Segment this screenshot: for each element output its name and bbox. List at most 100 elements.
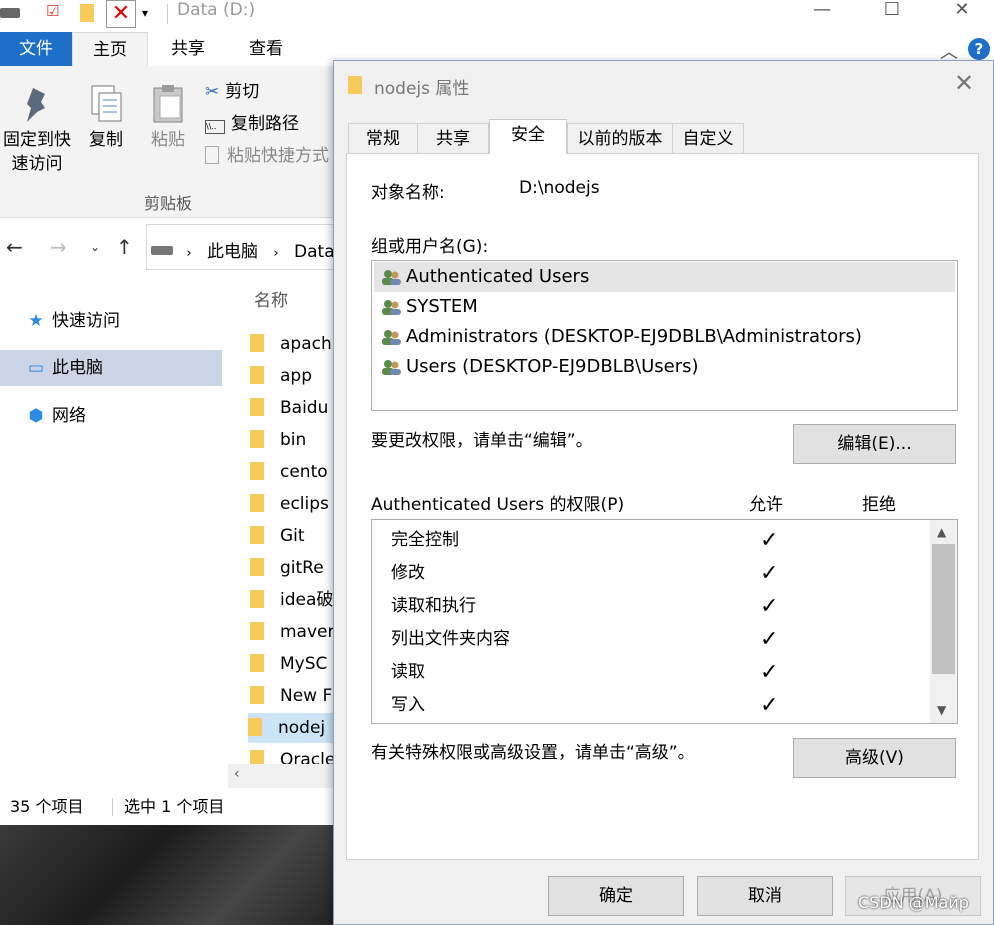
up-arrow-icon[interactable]: ↑ <box>116 235 133 259</box>
user-item-users[interactable]: Users (DESKTOP-EJ9DBLB\Users) <box>374 352 955 382</box>
list-item[interactable]: maver <box>250 617 340 647</box>
copy-button[interactable]: 复制 <box>80 76 132 152</box>
paste-shortcut-button[interactable]: 粘贴快捷方式 <box>205 144 329 168</box>
tab-share[interactable]: 共享 <box>150 32 226 66</box>
allow-check-icon: ✓ <box>760 693 779 718</box>
scroll-up-icon[interactable]: ▲ <box>937 525 946 539</box>
breadcrumb-data[interactable]: Data <box>294 242 335 262</box>
vertical-scrollbar[interactable]: ▲ ▼ <box>930 520 957 723</box>
user-name: Users (DESKTOP-EJ9DBLB\Users) <box>406 356 699 377</box>
allow-check-icon: ✓ <box>760 660 779 685</box>
new-folder-icon[interactable] <box>80 4 94 22</box>
pin-quick-access-button[interactable]: 固定到快 速访问 <box>0 76 74 176</box>
permissions-label: Authenticated Users 的权限(P) <box>371 495 625 515</box>
file-name: gitRe <box>280 558 324 578</box>
tab-general[interactable]: 常规 <box>348 123 418 153</box>
recent-locations-chevron-icon[interactable]: ⌄ <box>90 240 100 254</box>
users-listbox[interactable]: Authenticated Users SYSTEM Administrator… <box>371 260 958 411</box>
properties-dialog: nodejs 属性 ✕ 常规 共享 安全 以前的版本 自定义 对象名称: D:\… <box>333 60 994 925</box>
list-item[interactable]: apach <box>250 329 340 359</box>
user-group-icon <box>382 270 401 285</box>
ok-button[interactable]: 确定 <box>548 876 684 916</box>
advanced-hint: 有关特殊权限或高级设置，请单击“高级”。 <box>371 743 695 763</box>
folder-icon <box>250 590 264 608</box>
breadcrumb-this-pc[interactable]: 此电脑 <box>207 242 258 262</box>
tab-home[interactable]: 主页 <box>72 32 148 66</box>
tab-previous-versions[interactable]: 以前的版本 <box>567 123 673 153</box>
scrollbar-thumb[interactable] <box>932 544 955 674</box>
desktop-wallpaper <box>0 825 340 925</box>
user-group-icon <box>382 330 401 345</box>
list-item[interactable]: app <box>250 361 340 391</box>
folder-icon <box>248 718 262 736</box>
user-item-system[interactable]: SYSTEM <box>374 292 955 322</box>
address-input[interactable]: › 此电脑 › Data <box>146 224 346 270</box>
cut-label: 剪切 <box>225 82 260 102</box>
delete-icon[interactable]: ✕ <box>106 0 136 28</box>
list-item[interactable]: gitRe <box>250 553 340 583</box>
tab-sharing[interactable]: 共享 <box>417 123 489 153</box>
list-item[interactable]: Git <box>250 521 340 551</box>
user-group-icon <box>382 360 401 375</box>
folder-icon <box>250 398 264 416</box>
nav-item-network[interactable]: ⬢ 网络 <box>0 398 222 434</box>
computer-icon: ▭ <box>27 358 45 378</box>
customize-quick-access-icon[interactable]: ▾ <box>142 6 148 20</box>
tab-file[interactable]: 文件 <box>0 32 72 66</box>
paste-button[interactable]: 粘贴 <box>142 76 194 152</box>
scroll-left-icon[interactable]: ‹ <box>234 766 240 782</box>
minimize-button[interactable]: — <box>798 0 846 28</box>
user-item-authenticated-users[interactable]: Authenticated Users <box>374 262 955 292</box>
back-arrow-icon[interactable]: ← <box>6 235 23 259</box>
scroll-down-icon[interactable]: ▼ <box>937 703 946 717</box>
chevron-right-icon[interactable]: › <box>273 246 278 261</box>
list-item[interactable]: eclips <box>250 489 340 519</box>
copy-path-label: 复制路径 <box>231 114 299 134</box>
paste-shortcut-icon <box>205 146 219 164</box>
list-item[interactable]: New F <box>250 681 340 711</box>
maximize-button[interactable]: ☐ <box>868 0 916 28</box>
allow-check-icon: ✓ <box>760 594 779 619</box>
file-name: eclips <box>280 494 329 514</box>
list-item[interactable]: cento <box>250 457 340 487</box>
tab-security[interactable]: 安全 <box>489 119 567 154</box>
chevron-right-icon[interactable]: › <box>186 246 191 261</box>
cut-button[interactable]: ✂ 剪切 <box>205 80 259 104</box>
item-count: 35 个项目 <box>10 797 84 816</box>
advanced-button[interactable]: 高级(V) <box>793 738 956 778</box>
tab-view[interactable]: 查看 <box>228 32 304 66</box>
list-item[interactable]: Baidu <box>250 393 340 423</box>
forward-arrow-icon[interactable]: → <box>50 235 67 259</box>
cancel-button[interactable]: 取消 <box>697 876 833 916</box>
security-tab-panel: 对象名称: D:\nodejs 组或用户名(G): Authenticated … <box>346 153 979 860</box>
list-item[interactable]: bin <box>250 425 340 455</box>
close-window-button[interactable]: ✕ <box>938 0 986 28</box>
horizontal-scrollbar[interactable]: ‹ <box>228 764 338 788</box>
permissions-listbox[interactable]: 完全控制 ✓ 修改 ✓ 读取和执行 ✓ 列出文件夹内容 ✓ 读取 ✓ 写入 ✓ ▲ ▼ <box>371 519 958 724</box>
list-item[interactable]: MySC <box>250 649 340 679</box>
allow-column-header: 允许 <box>749 495 783 515</box>
column-header-name[interactable]: 名称 <box>254 286 288 311</box>
list-item[interactable]: idea破 <box>250 585 340 615</box>
properties-icon[interactable]: ☑ <box>46 2 59 20</box>
edit-button[interactable]: 编辑(E)... <box>793 424 956 464</box>
title-bar: ☑ ✕ ▾ Data (D:) — ☐ ✕ <box>0 0 994 32</box>
close-icon[interactable]: ✕ <box>954 69 974 97</box>
tab-customize[interactable]: 自定义 <box>672 123 744 153</box>
file-name: MySC <box>280 654 328 674</box>
copy-path-button[interactable]: \\.. 复制路径 <box>205 112 299 136</box>
paste-shortcut-label: 粘贴快捷方式 <box>227 146 329 166</box>
permission-row: 读取和执行 ✓ <box>372 590 932 623</box>
help-icon[interactable]: ? <box>968 38 990 60</box>
nav-item-this-pc[interactable]: ▭ 此电脑 <box>0 350 222 386</box>
user-item-administrators[interactable]: Administrators (DESKTOP-EJ9DBLB\Administ… <box>374 322 955 352</box>
change-permissions-hint: 要更改权限，请单击“编辑”。 <box>371 431 593 451</box>
navigation-pane: ★ 快速访问 ▭ 此电脑 ⬢ 网络 <box>0 276 230 786</box>
folder-icon <box>250 558 264 576</box>
permission-row: 修改 ✓ <box>372 557 932 590</box>
folder-icon <box>250 526 264 544</box>
list-item-selected[interactable]: nodej <box>248 713 340 743</box>
allow-check-icon: ✓ <box>760 561 779 586</box>
nav-item-quick-access[interactable]: ★ 快速访问 <box>0 303 222 339</box>
object-name-label: 对象名称: <box>371 183 445 203</box>
